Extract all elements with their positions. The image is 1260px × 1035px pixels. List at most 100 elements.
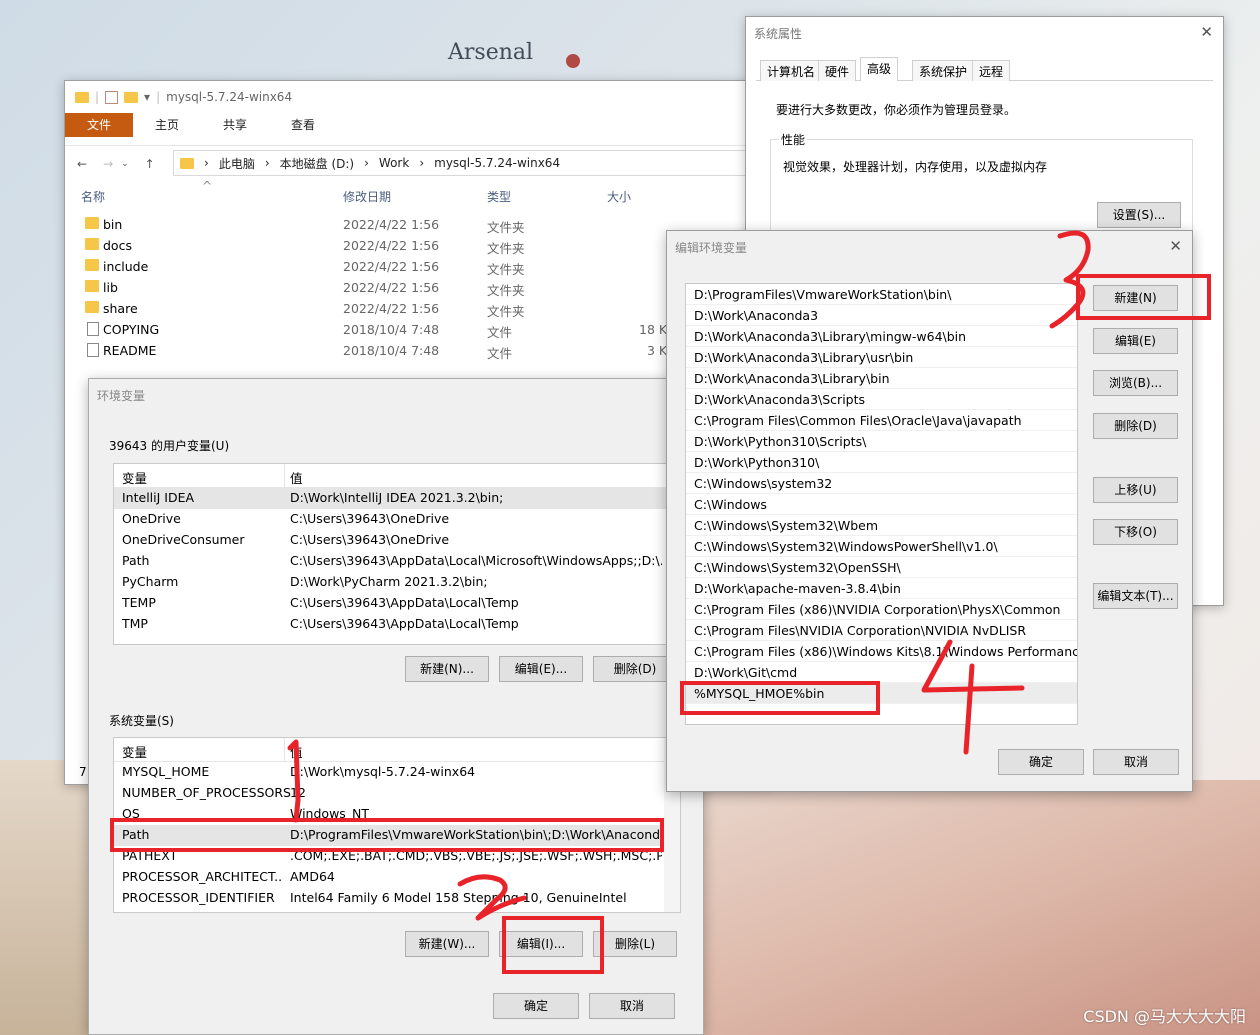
path-entry[interactable]: D:\ProgramFiles\VmwareWorkStation\bin\ (686, 284, 1077, 305)
col-header-value[interactable]: 值 (290, 742, 303, 761)
tab-remote[interactable]: 远程 (972, 60, 1011, 81)
user-edit-button[interactable]: 编辑(E)... (499, 656, 583, 682)
tab-advanced[interactable]: 高级 (860, 57, 899, 82)
csdn-watermark: CSDN @马大大大大阳 (1083, 1007, 1246, 1026)
forward-arrow-icon[interactable]: → (103, 157, 113, 171)
path-entry[interactable]: D:\Work\Python310\Scripts\ (686, 431, 1077, 452)
performance-settings-button[interactable]: 设置(S)... (1097, 202, 1181, 228)
file-row-include[interactable]: include 2022/4/22 1:56 文件夹 (65, 257, 769, 278)
edit-cancel-button[interactable]: 取消 (1093, 749, 1179, 775)
user-vars-label: 39643 的用户变量(U) (109, 439, 230, 453)
path-move-up-button[interactable]: 上移(U) (1093, 477, 1178, 503)
path-entry[interactable]: D:\Work\Python310\ (686, 452, 1077, 473)
path-entry[interactable]: D:\Work\Anaconda3\Scripts (686, 389, 1077, 410)
path-edit-text-button[interactable]: 编辑文本(T)... (1093, 583, 1178, 609)
file-row-bin[interactable]: bin 2022/4/22 1:56 文件夹 (65, 215, 769, 236)
user-vars-list[interactable]: 变量 值 IntelliJ IDEA D:\Work\IntelliJ IDEA … (113, 463, 681, 645)
path-entry[interactable]: C:\Windows\System32\OpenSSH\ (686, 557, 1077, 578)
path-entry[interactable]: D:\Work\Anaconda3\Library\bin (686, 368, 1077, 389)
edit-ok-button[interactable]: 确定 (998, 749, 1084, 775)
path-entry[interactable]: D:\Work\Anaconda3\Library\mingw-w64\bin (686, 326, 1077, 347)
env-vars-dialog: 环境变量 39643 的用户变量(U) 变量 值 IntelliJ IDEA D:… (88, 378, 704, 1035)
path-entry[interactable]: C:\Program Files (x86)\Windows Kits\8.1\… (686, 641, 1077, 662)
file-name: bin (103, 217, 123, 232)
file-name: share (103, 301, 138, 316)
ribbon-tab-view[interactable]: 查看 (269, 113, 337, 137)
path-entry[interactable]: C:\Program Files\Common Files\Oracle\Jav… (686, 410, 1077, 431)
path-entry[interactable]: D:\Work\Anaconda3 (686, 305, 1077, 326)
up-arrow-icon[interactable]: ↑ (145, 157, 155, 171)
path-move-down-button[interactable]: 下移(O) (1093, 519, 1178, 545)
file-type: 文件夹 (487, 241, 525, 256)
address-bar[interactable]: › 此电脑 › 本地磁盘 (D:) › Work › mysql-5.7.24-… (173, 150, 769, 176)
user-var-row[interactable]: OneDriveConsumer C:\Users\39643\OneDrive (114, 530, 680, 551)
background-cup (566, 54, 580, 68)
ribbon-tab-share[interactable]: 共享 (201, 113, 269, 137)
path-entry[interactable]: D:\Work\Anaconda3\Library\usr\bin (686, 347, 1077, 368)
user-new-button[interactable]: 新建(N)... (405, 656, 489, 682)
path-entries-list[interactable]: D:\ProgramFiles\VmwareWorkStation\bin\ D… (685, 283, 1078, 725)
breadcrumb-mysql[interactable]: mysql-5.7.24-winx64 (434, 156, 560, 170)
tab-computer-name[interactable]: 计算机名 (760, 60, 823, 81)
system-var-row[interactable]: PROCESSOR_ARCHITECT... AMD64 (114, 867, 680, 888)
path-delete-button[interactable]: 删除(D) (1093, 413, 1178, 439)
col-header-variable[interactable]: 变量 (122, 468, 147, 487)
path-entry[interactable]: C:\Program Files\NVIDIA Corporation\NVID… (686, 620, 1077, 641)
path-entry[interactable]: C:\Windows (686, 494, 1077, 515)
file-row-copying[interactable]: COPYING 2018/10/4 7:48 文件 18 K (65, 320, 769, 341)
close-icon[interactable]: ✕ (1169, 237, 1182, 255)
folder-icon (85, 301, 99, 313)
sysprops-title: 系统属性 (754, 27, 803, 41)
file-row-share[interactable]: share 2022/4/22 1:56 文件夹 (65, 299, 769, 320)
user-var-row[interactable]: OneDrive C:\Users\39643\OneDrive (114, 509, 680, 530)
user-var-row[interactable]: PyCharm D:\Work\PyCharm 2021.3.2\bin; (114, 572, 680, 593)
ribbon-tab-home[interactable]: 主页 (133, 113, 201, 137)
path-entry[interactable]: C:\Windows\System32\WindowsPowerShell\v1… (686, 536, 1077, 557)
cancel-button[interactable]: 取消 (589, 993, 675, 1019)
breadcrumb-drive[interactable]: 本地磁盘 (D:) (280, 155, 354, 172)
system-delete-button[interactable]: 删除(L) (593, 931, 677, 957)
ribbon-tab-file[interactable]: 文件 (65, 113, 134, 137)
user-var-row[interactable]: TEMP C:\Users\39643\AppData\Local\Temp (114, 593, 680, 614)
background-photo-left (0, 760, 90, 1035)
col-header-value[interactable]: 值 (290, 468, 303, 487)
tab-system-protection[interactable]: 系统保护 (912, 60, 975, 81)
path-entry[interactable]: C:\Windows\system32 (686, 473, 1077, 494)
path-entry[interactable]: D:\Work\apache-maven-3.8.4\bin (686, 578, 1077, 599)
qat-dropdown-icon[interactable]: ▾ (144, 90, 150, 104)
user-var-row[interactable]: Path C:\Users\39643\AppData\Local\Microso… (114, 551, 680, 572)
properties-icon[interactable] (105, 90, 119, 104)
col-header-date[interactable]: 修改日期 (343, 188, 391, 205)
user-var-row[interactable]: TMP C:\Users\39643\AppData\Local\Temp (114, 614, 680, 635)
file-list-header: 名称 ^ 修改日期 类型 大小 (65, 179, 769, 207)
path-edit-button[interactable]: 编辑(E) (1093, 328, 1178, 354)
col-header-size[interactable]: 大小 (607, 188, 631, 205)
path-entry[interactable]: D:\Work\Git\cmd (686, 662, 1077, 683)
tab-hardware[interactable]: 硬件 (818, 60, 857, 81)
close-icon[interactable]: ✕ (1200, 23, 1213, 41)
recent-dropdown-icon[interactable]: ⌄ (121, 159, 129, 169)
new-folder-icon[interactable] (124, 91, 139, 103)
col-header-name[interactable]: 名称 (81, 188, 105, 205)
col-header-variable[interactable]: 变量 (122, 742, 147, 761)
file-row-lib[interactable]: lib 2022/4/22 1:56 文件夹 (65, 278, 769, 299)
path-entry[interactable]: C:\Program Files (x86)\NVIDIA Corporatio… (686, 599, 1077, 620)
file-row-readme[interactable]: README 2018/10/4 7:48 文件 3 K (65, 341, 769, 362)
breadcrumb-sep-icon: › (419, 156, 425, 170)
user-var-row[interactable]: IntelliJ IDEA D:\Work\IntelliJ IDEA 2021.… (114, 488, 680, 509)
system-var-row[interactable]: MYSQL_HOME D:\Work\mysql-5.7.24-winx64 (114, 762, 680, 783)
back-arrow-icon[interactable]: ← (77, 157, 87, 171)
breadcrumb-this-pc[interactable]: 此电脑 (219, 155, 255, 172)
path-browse-button[interactable]: 浏览(B)... (1093, 370, 1178, 396)
system-new-button[interactable]: 新建(W)... (405, 931, 489, 957)
ok-button[interactable]: 确定 (493, 993, 579, 1019)
user-delete-button[interactable]: 删除(D) (593, 656, 677, 682)
system-var-row[interactable]: NUMBER_OF_PROCESSORS 12 (114, 783, 680, 804)
breadcrumb-work[interactable]: Work (379, 156, 409, 170)
file-name: README (103, 343, 157, 358)
annotation-box-path-row (110, 818, 664, 852)
file-row-docs[interactable]: docs 2022/4/22 1:56 文件夹 (65, 236, 769, 257)
col-header-type[interactable]: 类型 (487, 188, 511, 205)
system-var-row[interactable]: PROCESSOR_IDENTIFIER Intel64 Family 6 Mod… (114, 888, 680, 909)
path-entry[interactable]: C:\Windows\System32\Wbem (686, 515, 1077, 536)
